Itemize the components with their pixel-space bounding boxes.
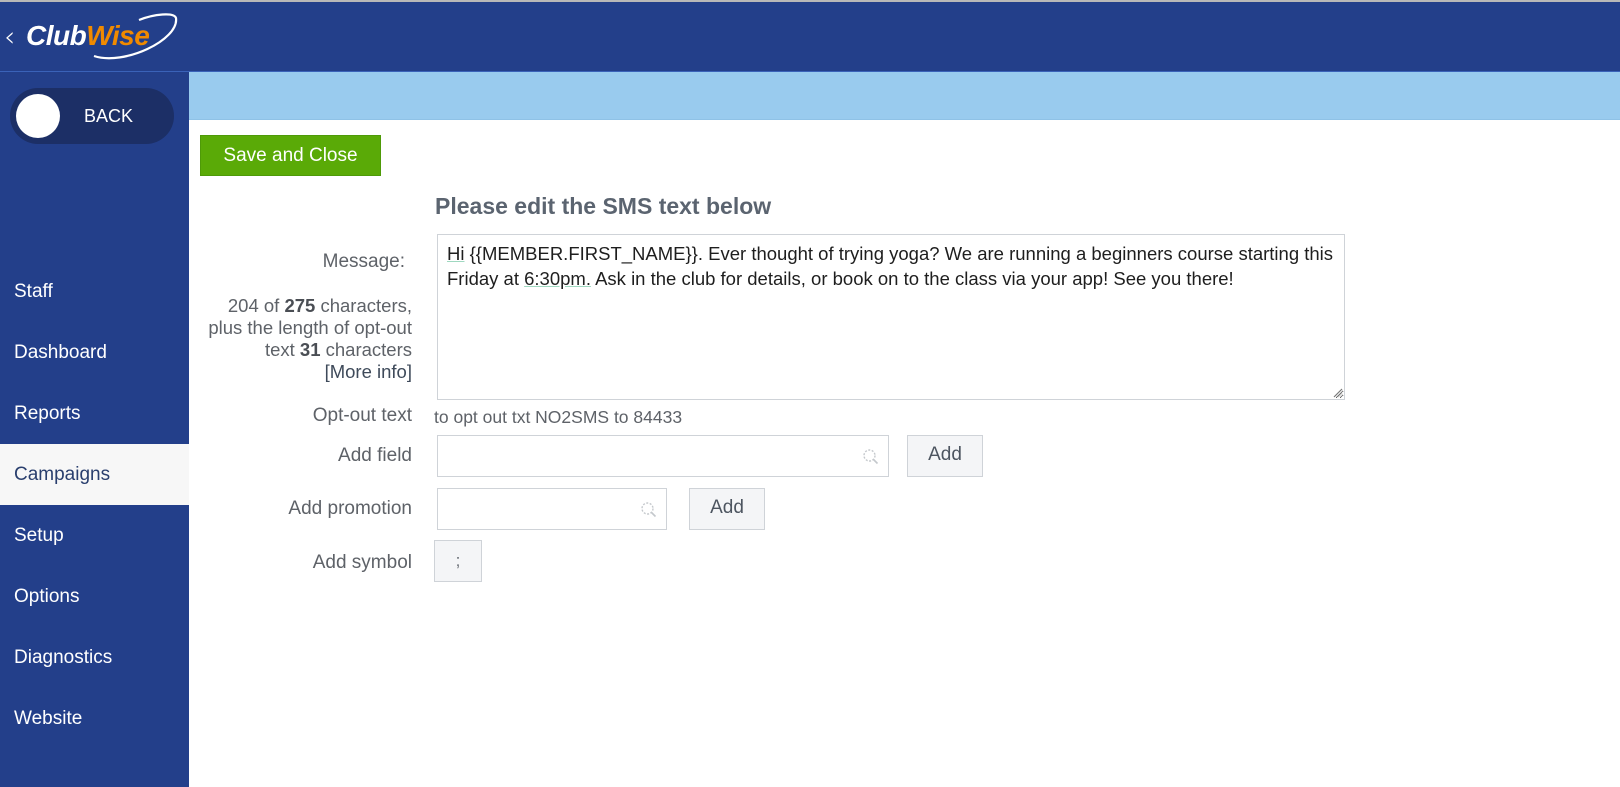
add-promotion-button[interactable]: Add	[689, 488, 765, 530]
chevron-left-icon[interactable]: ‹	[4, 20, 15, 53]
back-label: BACK	[84, 106, 134, 126]
sidebar-item-dashboard[interactable]: Dashboard	[0, 322, 189, 383]
toggle-knob[interactable]	[16, 94, 60, 138]
more-info-link[interactable]: [More info]	[325, 361, 412, 382]
sidebar-item-staff[interactable]: Staff	[0, 261, 189, 322]
sidebar-item-options[interactable]: Options	[0, 566, 189, 627]
sub-header-bar	[189, 72, 1620, 120]
sidebar-item-reports[interactable]: Reports	[0, 383, 189, 444]
resize-handle-icon[interactable]	[1331, 386, 1343, 398]
add-field-search[interactable]	[437, 435, 889, 477]
add-field-input[interactable]	[438, 436, 888, 476]
add-field-label: Add field	[338, 445, 412, 466]
add-promotion-input[interactable]	[438, 489, 666, 529]
sidebar: BACK Staff Dashboard Reports Campaigns S…	[0, 72, 189, 787]
message-label: Message:	[322, 251, 405, 272]
message-textarea[interactable]: Hi {{MEMBER.FIRST_NAME}}. Ever thought o…	[437, 234, 1345, 400]
add-promotion-search[interactable]	[437, 488, 667, 530]
save-and-close-button[interactable]: Save and Close	[200, 135, 381, 176]
search-icon	[863, 449, 879, 465]
sidebar-item-campaigns[interactable]: Campaigns	[0, 444, 189, 505]
brand-name: ClubWise	[26, 20, 150, 51]
symbol-semicolon-button[interactable]: ;	[434, 540, 482, 582]
clubwise-logo[interactable]: ‹ ClubWise	[4, 10, 184, 62]
sidebar-item-setup[interactable]: Setup	[0, 505, 189, 566]
sidebar-nav: Staff Dashboard Reports Campaigns Setup …	[0, 261, 189, 749]
search-icon	[641, 502, 657, 518]
sidebar-item-diagnostics[interactable]: Diagnostics	[0, 627, 189, 688]
optout-label: Opt-out text	[312, 405, 412, 426]
back-toggle[interactable]: BACK	[10, 88, 174, 144]
add-symbol-label: Add symbol	[312, 552, 412, 573]
page-heading: Please edit the SMS text below	[435, 193, 772, 219]
add-field-button[interactable]: Add	[907, 435, 983, 477]
add-promotion-label: Add promotion	[288, 498, 412, 519]
optout-value: to opt out txt NO2SMS to 84433	[434, 407, 683, 427]
app-header: ‹ ClubWise	[0, 2, 1620, 72]
sidebar-item-website[interactable]: Website	[0, 688, 189, 749]
character-count: 204 of 275 characters, plus the length o…	[208, 295, 412, 382]
